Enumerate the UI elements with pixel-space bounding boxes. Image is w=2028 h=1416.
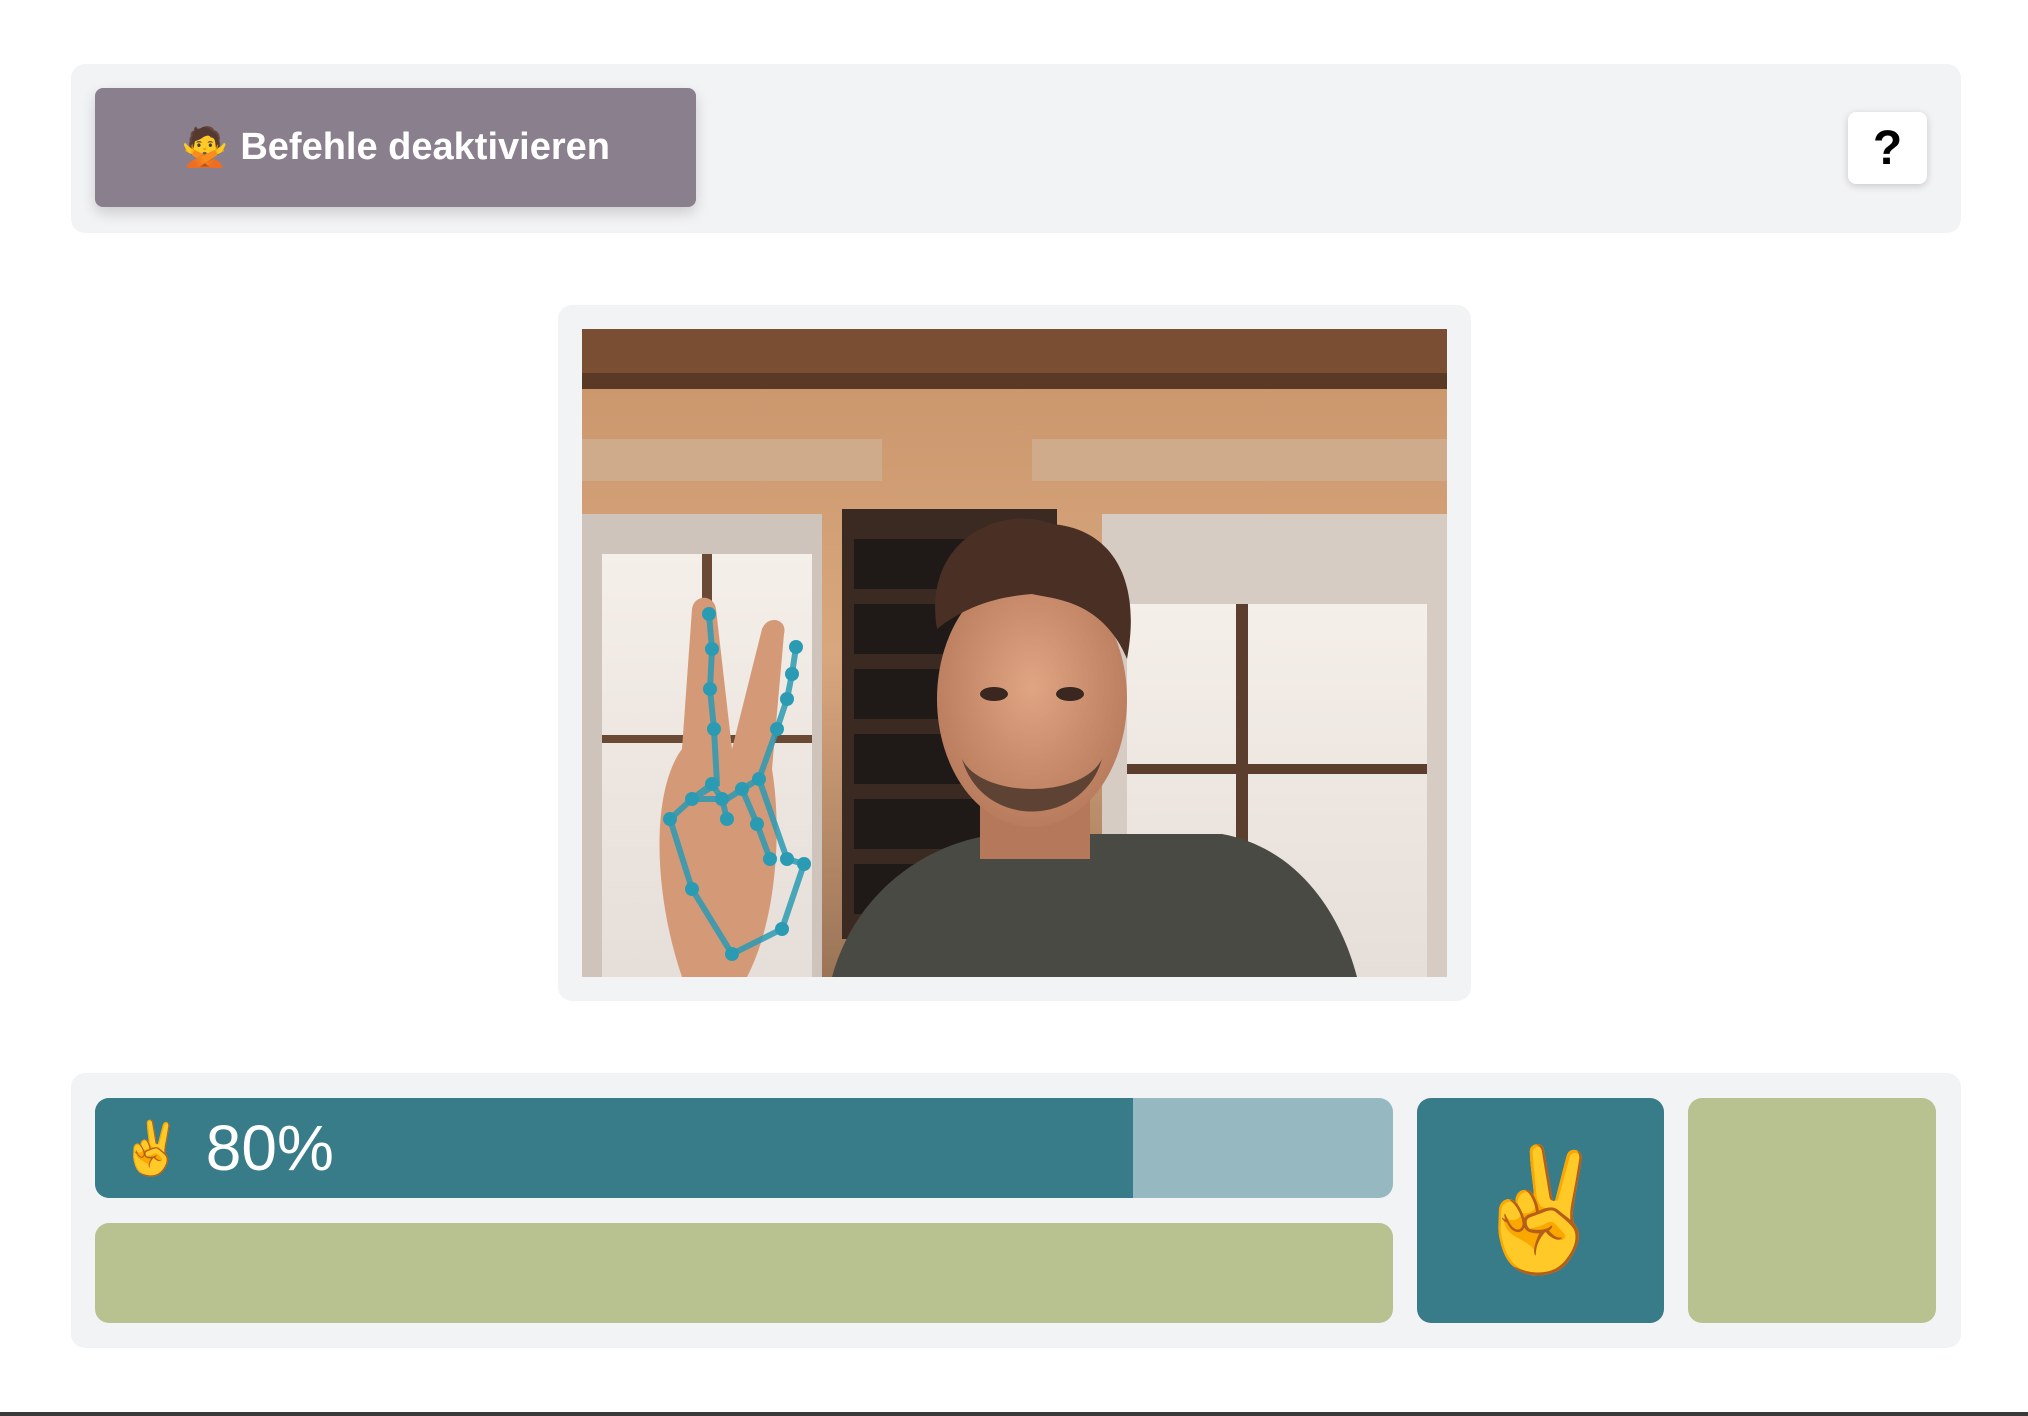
victory-hand-icon: ✌️ xyxy=(1465,1142,1616,1277)
victory-hand-icon: ✌️ xyxy=(119,1119,184,1178)
top-toolbar: 🙅 Befehle deaktivieren ? xyxy=(71,64,1961,233)
gesture-confidence-label: ✌️ 80% xyxy=(119,1098,334,1198)
detected-gesture-tile: ✌️ xyxy=(1417,1098,1664,1323)
gesture-confidence-bar: ✌️ 80% xyxy=(95,1098,1393,1198)
command-slot-tile xyxy=(1688,1098,1936,1323)
gesture-status-panel: ✌️ 80% ✌️ xyxy=(71,1073,1961,1348)
camera-panel xyxy=(558,305,1471,1001)
deactivate-commands-label: Befehle deaktivieren xyxy=(240,126,610,168)
deactivate-commands-button[interactable]: 🙅 Befehle deaktivieren xyxy=(95,88,696,207)
help-button[interactable]: ? xyxy=(1848,112,1927,184)
no-gesture-icon: 🙅 xyxy=(181,126,229,169)
window-bottom-edge xyxy=(0,1412,2028,1416)
gesture-confidence-text: 80% xyxy=(205,1112,334,1184)
camera-feed xyxy=(582,329,1447,977)
command-status-bar xyxy=(95,1223,1393,1323)
